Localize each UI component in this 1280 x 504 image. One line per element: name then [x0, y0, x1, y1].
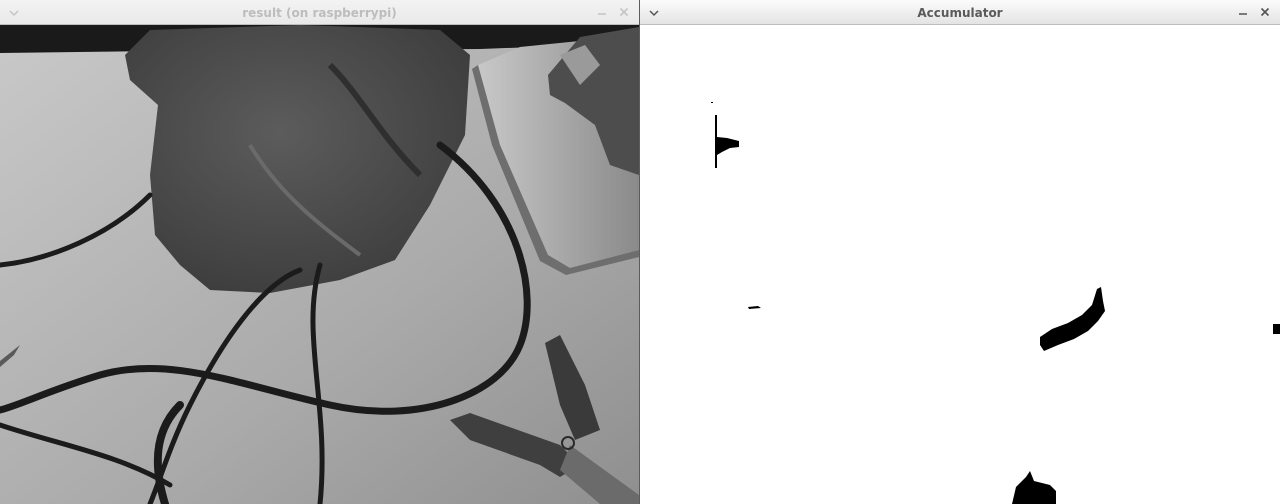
result-window-title: result (on raspberrypi)	[242, 6, 397, 20]
accumulator-window[interactable]: Accumulator	[640, 0, 1280, 504]
close-icon[interactable]	[617, 5, 631, 19]
minimize-icon[interactable]	[595, 5, 609, 19]
accumulator-image	[711, 102, 1280, 504]
accumulator-dot	[711, 102, 713, 103]
camera-frame	[0, 25, 639, 504]
accumulator-window-titlebar[interactable]: Accumulator	[640, 0, 1280, 25]
accumulator-blob	[715, 115, 739, 168]
accumulator-blob	[1273, 324, 1280, 334]
camera-image	[0, 25, 639, 504]
accumulator-canvas	[640, 25, 1280, 504]
close-icon[interactable]	[1258, 5, 1272, 19]
result-window-titlebar[interactable]: result (on raspberrypi)	[0, 0, 639, 25]
accumulator-window-title: Accumulator	[917, 6, 1003, 20]
accumulator-blob	[1040, 287, 1105, 351]
accumulator-blob	[748, 306, 761, 309]
result-window[interactable]: result (on raspberrypi)	[0, 0, 639, 504]
minimize-icon[interactable]	[1236, 5, 1250, 19]
accumulator-blob	[1012, 471, 1056, 504]
